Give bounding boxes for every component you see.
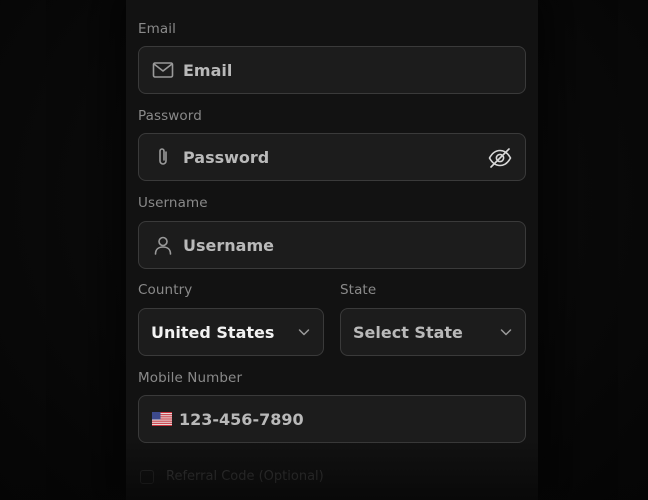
state-placeholder: Select State <box>353 322 463 342</box>
state-select[interactable]: Select State <box>340 308 526 356</box>
chevron-down-icon <box>297 325 311 339</box>
eye-off-icon[interactable] <box>487 145 513 171</box>
password-label: Password <box>138 108 202 124</box>
password-field[interactable]: Password <box>138 133 526 181</box>
username-label: Username <box>138 195 208 211</box>
signup-page: Email Email Password Password Username U… <box>0 0 648 500</box>
country-select[interactable]: United States <box>138 308 324 356</box>
username-placeholder: Username <box>183 235 274 255</box>
email-label: Email <box>138 21 176 37</box>
country-value: United States <box>151 322 275 342</box>
mobile-field[interactable]: 123-456-7890 <box>138 395 526 443</box>
email-field[interactable]: Email <box>138 46 526 94</box>
password-placeholder: Password <box>183 147 270 167</box>
country-label: Country <box>138 282 193 298</box>
mobile-value: 123-456-7890 <box>179 409 304 429</box>
user-icon <box>151 233 175 257</box>
paperclip-icon <box>151 145 175 169</box>
chevron-down-icon <box>499 325 513 339</box>
us-flag-icon <box>152 412 172 426</box>
mail-icon <box>151 58 175 82</box>
referral-label: Referral Code (Optional) <box>166 469 324 484</box>
signup-form: Email Email Password Password Username U… <box>126 0 538 500</box>
username-field[interactable]: Username <box>138 221 526 269</box>
email-placeholder: Email <box>183 60 233 80</box>
mobile-label: Mobile Number <box>138 370 243 386</box>
referral-checkbox[interactable] <box>140 470 154 484</box>
state-label: State <box>340 282 377 298</box>
